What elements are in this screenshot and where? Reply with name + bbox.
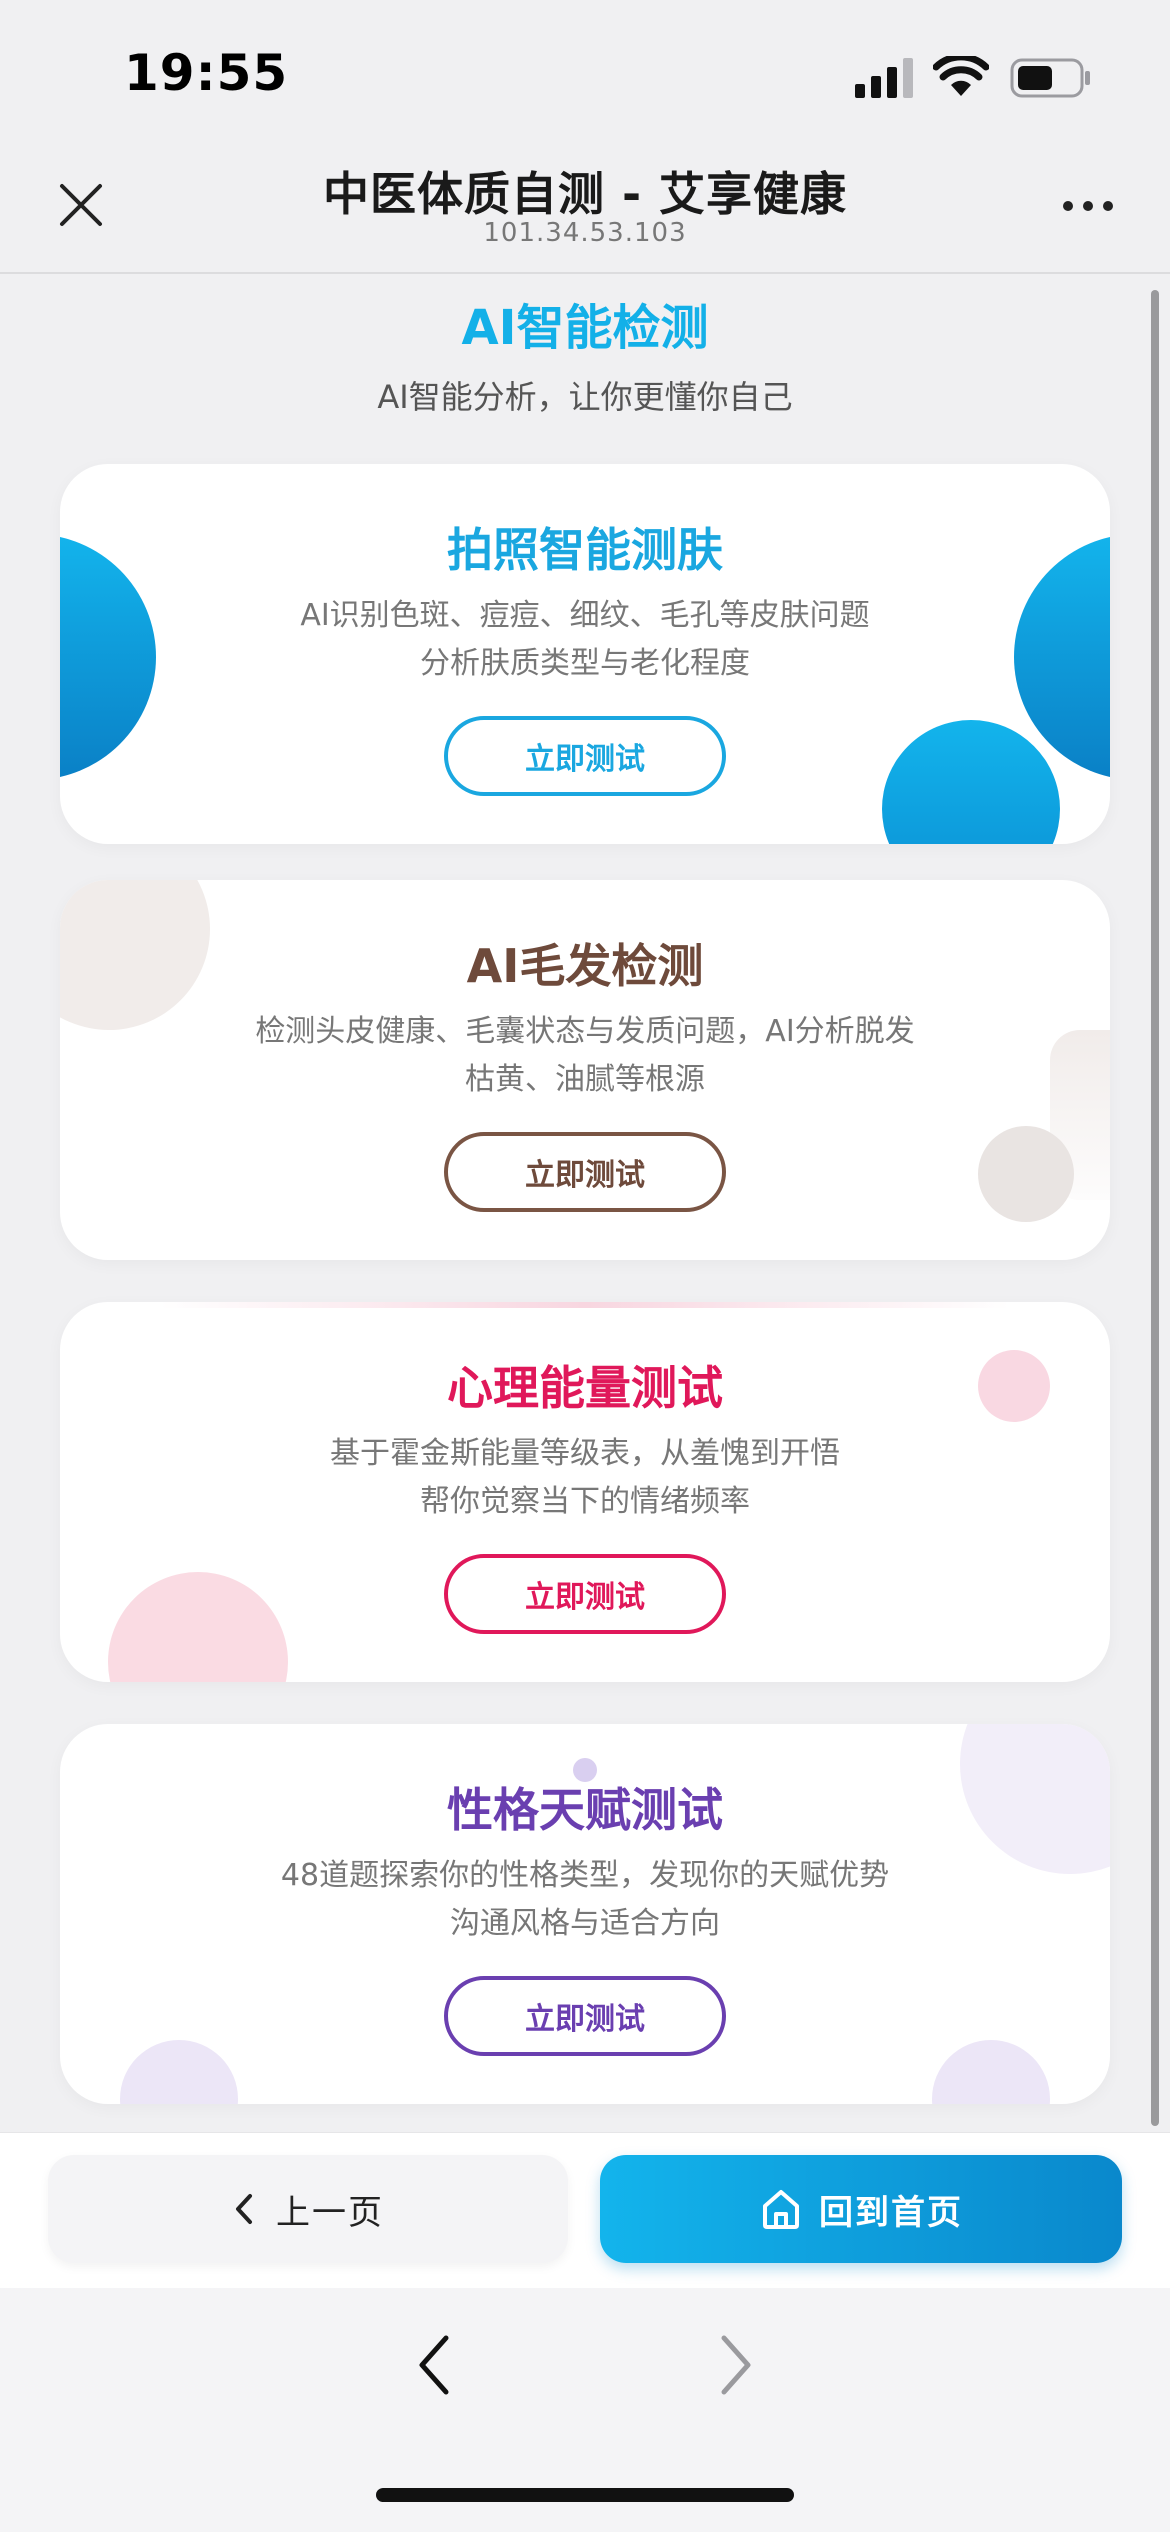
section-subtitle: AI智能分析，让你更懂你自己 (377, 378, 793, 416)
card-hair-test: AI毛发检测 检测头皮健康、毛囊状态与发质问题，AI分析脱发 枯黄、油腻等根源 … (60, 880, 1110, 1260)
more-options-icon[interactable] (1060, 196, 1116, 216)
page-content[interactable]: AI智能检测 AI智能分析，让你更懂你自己 拍照智能测肤 AI识别色斑、痘痘、细… (0, 276, 1170, 2132)
status-time: 19:55 (124, 44, 289, 102)
card-description-line: 分析肤质类型与老化程度 (420, 646, 750, 681)
card-description: 48道题探索你的性格类型，发现你的天赋优势 沟通风格与适合方向 (210, 1852, 960, 1948)
section-title: AI智能检测 (461, 300, 709, 356)
card-description-line: 48道题探索你的性格类型，发现你的天赋优势 (280, 1858, 890, 1893)
browser-back-icon[interactable] (410, 2330, 460, 2400)
card-description-line: AI识别色斑、痘痘、细纹、毛孔等皮肤问题 (300, 598, 870, 633)
card-energy-test: 心理能量测试 基于霍金斯能量等级表，从羞愧到开悟 帮你觉察当下的情绪频率 立即测… (60, 1302, 1110, 1682)
decoration-bar (160, 1302, 1010, 1308)
decoration-circle (108, 1572, 288, 1682)
browser-toolbar (0, 2288, 1170, 2532)
home-icon (763, 2190, 799, 2229)
start-test-button[interactable]: 立即测试 (444, 1554, 726, 1634)
card-personality-test: 性格天赋测试 48道题探索你的性格类型，发现你的天赋优势 沟通风格与适合方向 立… (60, 1724, 1110, 2104)
start-test-button[interactable]: 立即测试 (444, 716, 726, 796)
previous-page-button[interactable]: 上一页 (48, 2155, 568, 2263)
wifi-icon (933, 56, 989, 96)
browser-header: 中医体质自测 - 艾享健康 101.34.53.103 (0, 140, 1170, 274)
page-url: 101.34.53.103 (483, 218, 687, 248)
card-description: 基于霍金斯能量等级表，从羞愧到开悟 帮你觉察当下的情绪频率 (210, 1430, 960, 1526)
card-description-line: 基于霍金斯能量等级表，从羞愧到开悟 (330, 1436, 840, 1471)
cellular-signal-icon (855, 58, 913, 98)
card-title: 心理能量测试 (447, 1361, 723, 1415)
card-description-line: 枯黄、油腻等根源 (465, 1062, 705, 1097)
scrollbar[interactable] (1151, 290, 1159, 2126)
card-description-line: 帮你觉察当下的情绪频率 (420, 1484, 750, 1519)
action-bar: 上一页 回到首页 (0, 2132, 1170, 2288)
card-description: AI识别色斑、痘痘、细纹、毛孔等皮肤问题 分析肤质类型与老化程度 (210, 592, 960, 688)
card-title: 性格天赋测试 (447, 1783, 723, 1837)
home-indicator (376, 2488, 794, 2502)
chevron-left-icon (236, 2194, 252, 2224)
decoration-circle (882, 720, 1060, 844)
card-title: 拍照智能测肤 (447, 523, 723, 577)
back-to-home-button[interactable]: 回到首页 (600, 2155, 1122, 2263)
status-bar: 19:55 (0, 0, 1170, 140)
page-title: 中医体质自测 - 艾享健康 (322, 167, 848, 221)
decoration-circle (120, 2040, 238, 2104)
card-description-line: 检测头皮健康、毛囊状态与发质问题，AI分析脱发 (255, 1014, 915, 1049)
card-description: 检测头皮健康、毛囊状态与发质问题，AI分析脱发 枯黄、油腻等根源 (210, 1008, 960, 1104)
browser-forward-icon (721, 2335, 751, 2395)
card-description-line: 沟通风格与适合方向 (450, 1906, 720, 1941)
card-skin-test: 拍照智能测肤 AI识别色斑、痘痘、细纹、毛孔等皮肤问题 分析肤质类型与老化程度 … (60, 464, 1110, 844)
card-title: AI毛发检测 (466, 939, 704, 993)
battery-icon (1010, 58, 1090, 98)
decoration-circle (932, 2040, 1050, 2104)
start-test-button[interactable]: 立即测试 (444, 1132, 726, 1212)
previous-page-label: 上一页 (276, 2192, 384, 2233)
back-to-home-label: 回到首页 (819, 2192, 963, 2233)
decoration-circle (978, 1126, 1074, 1222)
start-test-button[interactable]: 立即测试 (444, 1976, 726, 2056)
